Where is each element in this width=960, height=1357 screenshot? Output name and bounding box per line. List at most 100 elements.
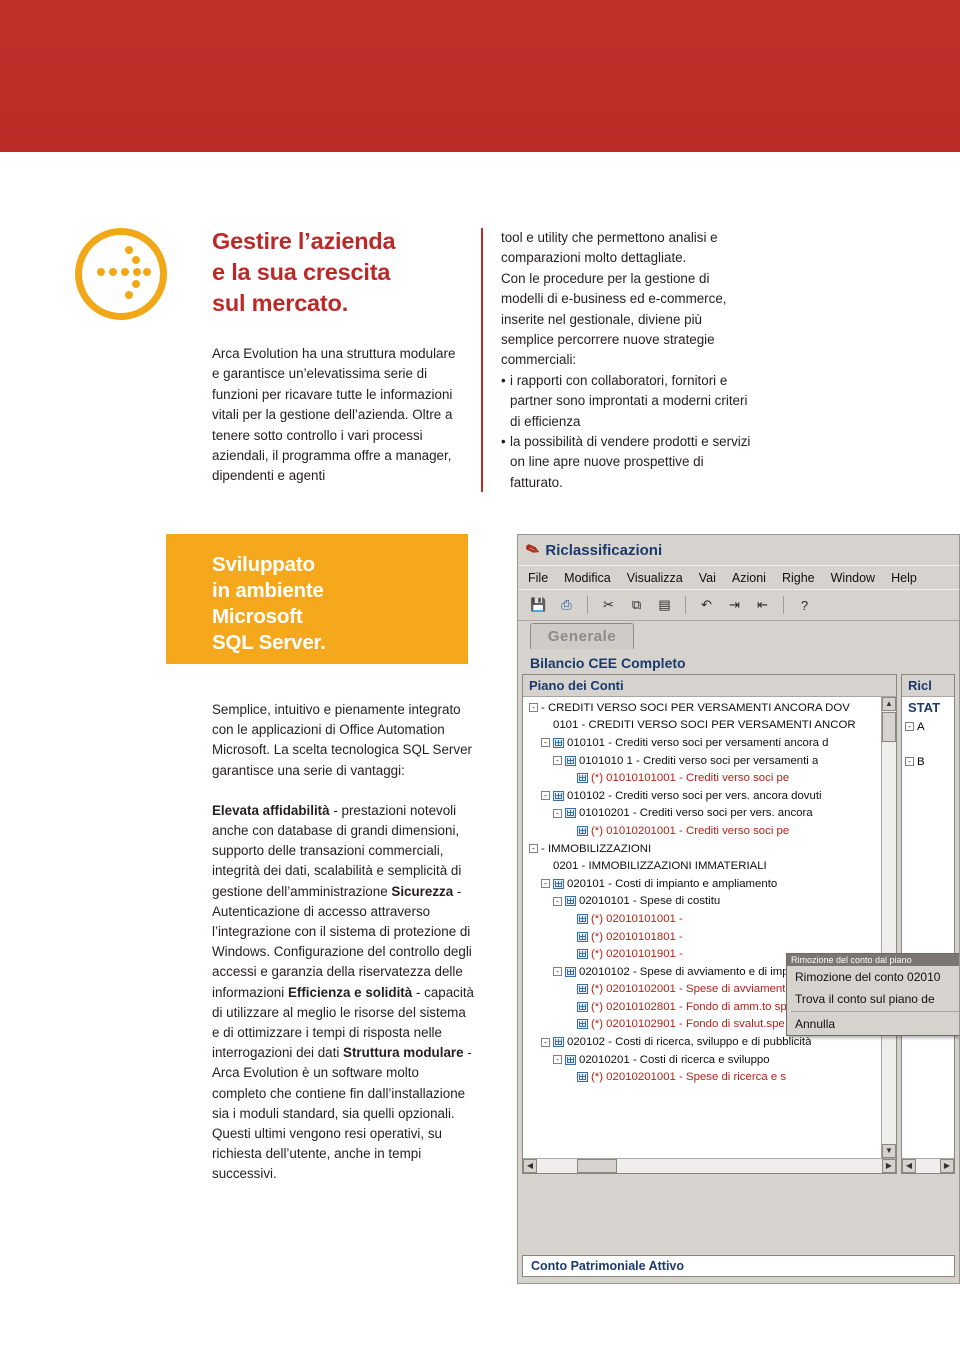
menu-item-window[interactable]: Window [831, 571, 875, 585]
tree-expander-icon[interactable]: - [541, 1037, 550, 1047]
tree-expander-icon[interactable]: - [541, 738, 550, 748]
tree-expander-icon[interactable]: - [529, 844, 538, 854]
toolbar[interactable]: 💾 ⎙ ✂ ⧉ ▤ ↶ ⇥ ⇤ ? [518, 589, 959, 621]
account-grid-icon [577, 825, 588, 836]
tree-node[interactable]: - 020101 - Costi di impianto e ampliament… [523, 875, 896, 893]
scroll-right-arrow-icon[interactable]: ▶ [940, 1159, 954, 1173]
menu-item-vai[interactable]: Vai [699, 571, 716, 585]
tree-node-label: 0101010 1 - Crediti verso soci per versa… [579, 754, 819, 767]
menu-item-help[interactable]: Help [891, 571, 917, 585]
advantage-body: - Autenticazione di accesso attraverso l… [212, 883, 472, 1000]
account-grid-icon [553, 790, 564, 801]
logo-dot [125, 291, 133, 299]
tree-node[interactable]: -- CREDITI VERSO SOCI PER VERSAMENTI ANC… [523, 699, 896, 717]
menu-item-modifica[interactable]: Modifica [564, 571, 611, 585]
tree-expander-icon[interactable]: - [529, 703, 538, 713]
tree-node[interactable]: 0101 - CREDITI VERSO SOCI PER VERSAMENTI… [523, 717, 896, 735]
menu-item-visualizza[interactable]: Visualizza [627, 571, 683, 585]
popup-item-annulla[interactable]: Annulla [787, 1013, 959, 1035]
next-record-icon[interactable]: ⇥ [724, 595, 745, 615]
print-icon[interactable]: ⎙ [556, 595, 577, 615]
menu-item-righe[interactable]: Righe [782, 571, 815, 585]
side-tree-node[interactable]: -B [902, 753, 954, 771]
scroll-right-arrow-icon[interactable]: ▶ [882, 1159, 896, 1173]
tree-expander-icon[interactable]: - [553, 756, 562, 766]
account-tree[interactable]: -- CREDITI VERSO SOCI PER VERSAMENTI ANC… [523, 697, 896, 1158]
side-account-tree[interactable]: -A -B [902, 718, 954, 1158]
tree-node[interactable]: - 010101 - Crediti verso soci per versame… [523, 734, 896, 752]
tree-node[interactable]: (*) 02010101001 - [523, 910, 896, 928]
headline-line-2: e la sua crescita [212, 259, 391, 285]
tree-node[interactable]: 0201 - IMMOBILIZZAZIONI IMMATERIALI [523, 857, 896, 875]
scroll-left-arrow-icon[interactable]: ◀ [523, 1159, 537, 1173]
paste-icon[interactable]: ▤ [654, 595, 675, 615]
tree-node[interactable]: (*) 02010101801 - [523, 928, 896, 946]
prev-record-icon[interactable]: ⇤ [752, 595, 773, 615]
tree-expander-icon[interactable]: - [905, 757, 914, 767]
tree-node[interactable]: (*) 01010201001 - Crediti verso soci pe [523, 822, 896, 840]
popup-separator [791, 1011, 959, 1012]
scroll-track[interactable] [537, 1159, 882, 1173]
tree-node[interactable]: -- IMMOBILIZZAZIONI [523, 840, 896, 858]
tree-expander-icon[interactable]: - [553, 896, 562, 906]
toolbar-separator [587, 596, 588, 614]
side-horizontal-scrollbar[interactable]: ◀ ▶ [902, 1158, 954, 1173]
side-tree-node[interactable] [902, 788, 954, 806]
advantage-title: Efficienza e solidità [287, 984, 413, 1000]
menu-item-file[interactable]: File [528, 571, 548, 585]
toolbar-separator [685, 596, 686, 614]
scroll-track[interactable] [916, 1159, 940, 1173]
tree-expander-icon[interactable]: - [905, 722, 914, 732]
tree-node-label: 02010102 - Spese di avviamento e di impi… [579, 965, 807, 978]
tree-expander-placeholder [905, 740, 914, 749]
tree-horizontal-scrollbar[interactable]: ◀ ▶ [523, 1158, 896, 1173]
tree-expander-icon[interactable]: - [541, 879, 550, 889]
tree-node[interactable]: - 01010201 - Crediti verso soci per vers.… [523, 805, 896, 823]
undo-icon[interactable]: ↶ [696, 595, 717, 615]
menu-item-azioni[interactable]: Azioni [732, 571, 766, 585]
logo-dot [121, 268, 129, 276]
scroll-left-arrow-icon[interactable]: ◀ [902, 1159, 916, 1173]
tree-expander-icon[interactable]: - [541, 791, 550, 801]
copy-icon[interactable]: ⧉ [626, 595, 647, 615]
tree-expander-icon[interactable]: - [553, 967, 562, 977]
tree-node[interactable]: - 0101010 1 - Crediti verso soci per vers… [523, 752, 896, 770]
tab-generale[interactable]: Generale [530, 623, 634, 649]
popup-item-rimozione[interactable]: Rimozione del conto 02010 [787, 966, 959, 988]
toolbar-separator [783, 596, 784, 614]
account-grid-icon [577, 949, 588, 960]
popup-item-trova[interactable]: Trova il conto sul piano de [787, 988, 959, 1010]
pane-subheader-stat: STAT [902, 697, 954, 718]
list-item: i rapporti con collaboratori, fornitori … [501, 371, 753, 432]
chart-of-accounts-pane: Piano dei Conti -- CREDITI VERSO SOCI PE… [522, 674, 897, 1174]
tree-node[interactable]: - 010102 - Crediti verso soci per vers. a… [523, 787, 896, 805]
tree-node[interactable]: - 02010201 - Costi di ricerca e sviluppo [523, 1051, 896, 1069]
tree-node[interactable]: (*) 02010201001 - Spese di ricerca e s [523, 1068, 896, 1086]
account-grid-icon [577, 773, 588, 784]
top-red-band-fill [0, 0, 960, 152]
scroll-up-arrow-icon[interactable]: ▲ [882, 697, 896, 711]
scroll-thumb[interactable] [577, 1159, 617, 1173]
side-tree-node[interactable] [902, 771, 954, 789]
context-popup[interactable]: Rimozione del conto dal piano Rimozione … [786, 953, 959, 1036]
help-icon[interactable]: ? [794, 595, 815, 615]
scroll-thumb[interactable] [882, 712, 896, 742]
side-tree-node[interactable] [902, 736, 954, 754]
menu-bar[interactable]: File Modifica Visualizza Vai Azioni Righ… [518, 565, 959, 589]
tree-expander-placeholder [905, 775, 914, 784]
tree-vertical-scrollbar[interactable]: ▲ ▼ [881, 697, 896, 1158]
logo-dot [97, 268, 105, 276]
tree-node[interactable]: - 02010101 - Spese di costitu [523, 893, 896, 911]
callout-line-4: SQL Server. [212, 631, 326, 654]
side-tree-node[interactable]: -A [902, 718, 954, 736]
scroll-down-arrow-icon[interactable]: ▼ [882, 1144, 896, 1158]
lower-body-text: Semplice, intuitivo e pienamente integra… [212, 700, 474, 1185]
tree-node-label: 02010101 - Spese di costitu [579, 895, 721, 908]
cut-icon[interactable]: ✂ [598, 595, 619, 615]
tree-expander-icon[interactable]: - [553, 1055, 562, 1065]
callout-box: Sviluppato in ambiente Microsoft SQL Ser… [166, 534, 468, 664]
tree-node-label: - IMMOBILIZZAZIONI [541, 842, 652, 855]
tree-expander-icon[interactable]: - [553, 808, 562, 818]
save-icon[interactable]: 💾 [528, 595, 549, 615]
tree-node[interactable]: (*) 01010101001 - Crediti verso soci pe [523, 769, 896, 787]
